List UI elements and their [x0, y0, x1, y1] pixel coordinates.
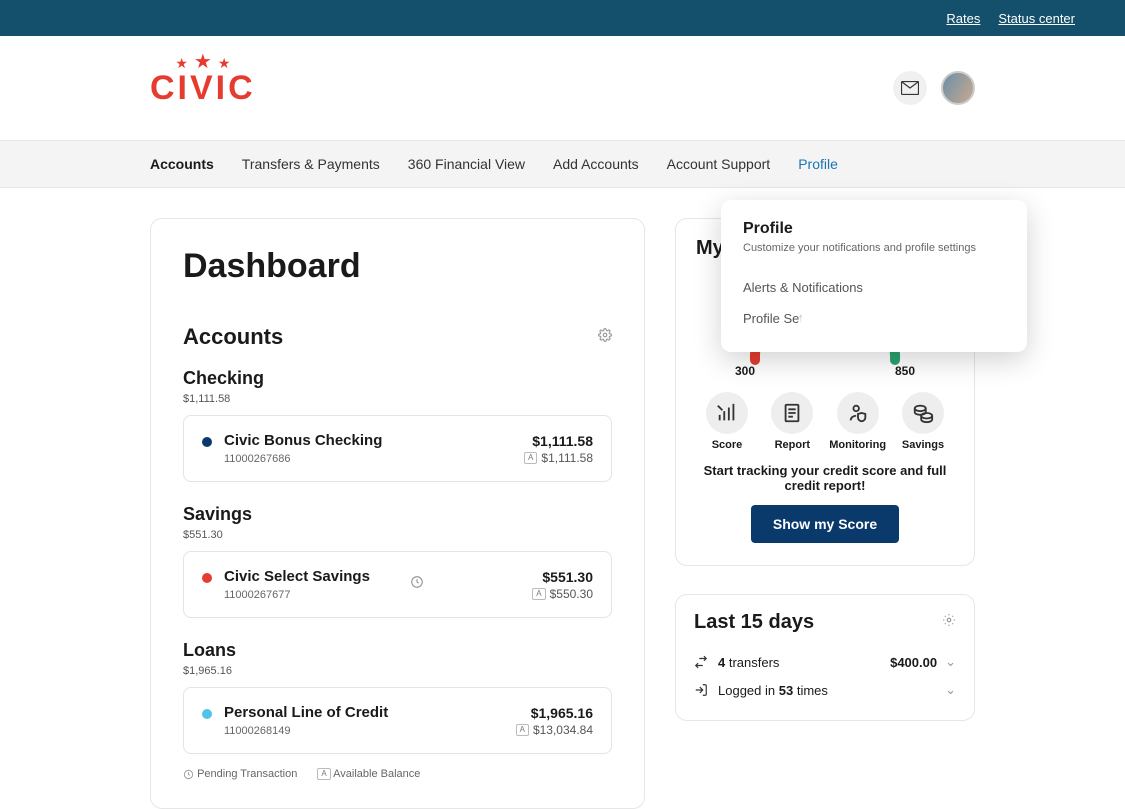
profile-dropdown: Profile Customize your notifications and…	[721, 200, 1027, 352]
chevron-down-icon: ⌄	[945, 682, 956, 698]
account-balance: $1,965.16	[516, 705, 593, 721]
account-row-checking[interactable]: Civic Bonus Checking 11000267686 $1,111.…	[183, 415, 612, 482]
account-available: $550.30	[550, 587, 593, 601]
clock-icon	[183, 769, 194, 780]
account-balance: $551.30	[532, 569, 593, 585]
header: ★★★ CIVIC	[0, 36, 1125, 140]
account-row-savings[interactable]: Civic Select Savings 11000267677 $551.30…	[183, 551, 612, 618]
account-dot-icon	[202, 573, 212, 583]
pending-icon	[410, 575, 424, 594]
account-available: $1,111.58	[541, 451, 593, 465]
rates-link[interactable]: Rates	[946, 11, 980, 26]
account-number: 11000267686	[224, 453, 382, 465]
feature-score[interactable]: Score	[696, 392, 758, 451]
brand-logo[interactable]: ★★★ CIVIC	[150, 69, 256, 108]
account-name: Civic Bonus Checking	[224, 432, 382, 449]
person-shield-icon	[847, 402, 869, 424]
bar-chart-icon	[716, 402, 738, 424]
messages-button[interactable]	[893, 71, 927, 105]
accounts-heading: Accounts	[183, 324, 283, 350]
nav-accounts[interactable]: Accounts	[150, 156, 214, 172]
score-message: Start tracking your credit score and ful…	[696, 463, 954, 493]
group-savings-label: Savings	[183, 504, 612, 525]
menu-item-alerts[interactable]: Alerts & Notifications	[743, 272, 1005, 303]
gear-icon	[942, 613, 956, 627]
nav-profile[interactable]: Profile	[798, 156, 838, 172]
account-available: $13,034.84	[533, 723, 593, 737]
user-avatar[interactable]	[941, 71, 975, 105]
account-number: 11000268149	[224, 725, 388, 737]
group-loans-total: $1,965.16	[183, 665, 612, 677]
document-icon	[781, 402, 803, 424]
activity-transfers-row[interactable]: 4 transfers $400.00 ⌄	[694, 648, 956, 676]
login-icon	[694, 683, 708, 697]
account-dot-icon	[202, 437, 212, 447]
available-badge-icon: A	[317, 768, 330, 780]
activity-card: Last 15 days 4 transfers $400.00 ⌄ L	[675, 594, 975, 721]
feature-monitoring[interactable]: Monitoring	[827, 392, 889, 451]
nav-add-accounts[interactable]: Add Accounts	[553, 156, 639, 172]
available-badge-icon: A	[532, 588, 545, 600]
feature-savings[interactable]: Savings	[892, 392, 954, 451]
group-loans-label: Loans	[183, 640, 612, 661]
nav-transfers[interactable]: Transfers & Payments	[242, 156, 380, 172]
feature-report[interactable]: Report	[761, 392, 823, 451]
coins-icon	[912, 402, 934, 424]
account-dot-icon	[202, 709, 212, 719]
profile-menu-subtitle: Customize your notifications and profile…	[743, 242, 1005, 254]
dashboard-card: Dashboard Accounts Checking $1,111.58 Ci…	[150, 218, 645, 809]
accounts-settings-button[interactable]	[598, 328, 612, 347]
gear-icon	[598, 328, 612, 342]
page-title: Dashboard	[183, 247, 612, 286]
account-name: Personal Line of Credit	[224, 704, 388, 721]
profile-menu-title: Profile	[743, 220, 1005, 238]
show-score-button[interactable]: Show my Score	[751, 505, 899, 543]
transfer-icon	[694, 655, 708, 669]
group-checking-label: Checking	[183, 368, 612, 389]
activity-settings-button[interactable]	[942, 613, 956, 632]
account-row-loans[interactable]: Personal Line of Credit 11000268149 $1,9…	[183, 687, 612, 754]
logo-stars-icon: ★★★	[175, 55, 230, 74]
group-savings-total: $551.30	[183, 529, 612, 541]
utility-bar: Rates Status center	[0, 0, 1125, 36]
activity-title: Last 15 days	[694, 611, 814, 634]
account-number: 11000267677	[224, 589, 370, 601]
transfers-amount: $400.00	[890, 655, 937, 670]
group-checking-total: $1,111.58	[183, 393, 612, 405]
chevron-down-icon: ⌄	[945, 654, 956, 670]
account-balance: $1,111.58	[524, 433, 593, 449]
brand-text: CIVIC	[150, 69, 256, 108]
nav-360[interactable]: 360 Financial View	[408, 156, 525, 172]
nav-account-support[interactable]: Account Support	[667, 156, 771, 172]
status-center-link[interactable]: Status center	[998, 11, 1075, 26]
accounts-legend: Pending Transaction A Available Balance	[183, 768, 612, 780]
account-name: Civic Select Savings	[224, 568, 370, 585]
main-nav: Accounts Transfers & Payments 360 Financ…	[0, 140, 1125, 188]
activity-logins-row[interactable]: Logged in 53 times ⌄	[694, 676, 956, 704]
available-badge-icon: A	[524, 452, 537, 464]
available-badge-icon: A	[516, 724, 529, 736]
mail-icon	[901, 81, 919, 95]
menu-item-profile-settings[interactable]: Profile Settings	[743, 303, 1005, 334]
